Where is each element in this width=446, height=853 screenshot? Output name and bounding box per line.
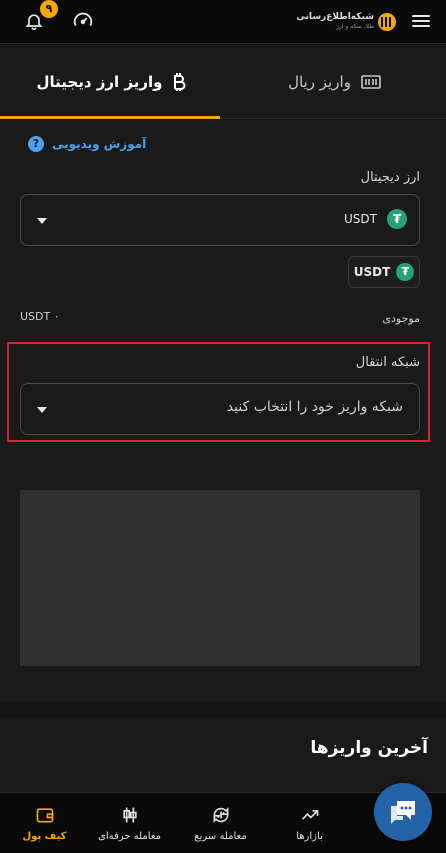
logo-title: شبکه‌اطلاع‌رسانی — [296, 12, 374, 22]
tether-icon: ₮ — [396, 263, 415, 281]
nav-markets-label: بازارها — [296, 831, 323, 842]
nav-wallet[interactable]: کیف پول — [0, 793, 89, 853]
notification-badge: ۹ — [40, 0, 58, 18]
top-bar: شبکه‌اطلاع‌رسانی طلا، سکه و ارز ۹ — [0, 0, 446, 44]
deposit-address-placeholder — [20, 490, 420, 666]
chat-button[interactable] — [374, 783, 432, 841]
network-select[interactable]: شبکه واریز خود را انتخاب کنید — [20, 383, 420, 435]
logo-subtitle: طلا، سکه و ارز — [336, 23, 374, 30]
chevron-down-icon — [37, 407, 47, 413]
selected-currency: USDT ₮ — [344, 209, 407, 229]
nav-wallet-label: کیف پول — [22, 831, 67, 842]
menu-icon[interactable] — [412, 12, 430, 28]
tab-rial-deposit[interactable]: واریز ریال — [223, 44, 446, 119]
trending-up-icon — [301, 810, 318, 820]
tab-rial-label: واریز ریال — [288, 72, 351, 91]
currency-chip-label: USDT — [353, 265, 391, 279]
speedometer-icon[interactable] — [72, 10, 94, 32]
selected-currency-code: USDT — [344, 212, 377, 226]
deposit-form: ? آموزش ویدیویی ارز دیجیتال USDT ₮ USDT … — [0, 120, 446, 702]
currency-label: ارز دیجیتال — [360, 170, 420, 185]
nav-pro-trade[interactable]: معامله حرفه‌ای — [85, 793, 174, 853]
banknote-icon — [361, 74, 381, 89]
currency-select[interactable]: USDT ₮ — [20, 194, 420, 246]
nav-markets[interactable]: بازارها — [265, 793, 354, 853]
recent-deposits-section: آخرین واریزها — [0, 718, 446, 798]
logo-mark-icon — [378, 13, 396, 31]
video-tutorial-link[interactable]: ? آموزش ویدیویی — [28, 136, 146, 152]
bitcoin-icon — [174, 72, 186, 91]
balance-value: USDT ۰ — [20, 310, 60, 323]
chat-icon — [391, 801, 415, 824]
logo-text: شبکه‌اطلاع‌رسانی طلا، سکه و ارز — [296, 12, 374, 32]
chevron-down-icon — [37, 218, 47, 224]
deposit-tabs: واریز ریال واریز ارز دیجیتال — [0, 44, 446, 119]
logo[interactable]: شبکه‌اطلاع‌رسانی طلا، سکه و ارز — [296, 8, 396, 36]
network-placeholder: شبکه واریز خود را انتخاب کنید — [226, 399, 403, 415]
nav-quick-trade[interactable]: معامله سریع — [176, 793, 265, 853]
recent-deposits-title: آخرین واریزها — [310, 738, 428, 758]
help-icon: ? — [28, 136, 44, 152]
balance-label: موجودی — [382, 312, 420, 325]
tether-icon: ₮ — [387, 209, 407, 229]
video-tutorial-label: آموزش ویدیویی — [52, 137, 147, 151]
nav-pro-trade-label: معامله حرفه‌ای — [98, 831, 161, 842]
currency-chip[interactable]: USDT ₮ — [348, 256, 420, 288]
tab-crypto-deposit[interactable]: واریز ارز دیجیتال — [0, 44, 223, 119]
exchange-icon — [213, 807, 228, 823]
active-tab-indicator — [0, 116, 220, 119]
wallet-icon — [36, 808, 53, 823]
candlestick-icon — [122, 807, 137, 823]
tab-crypto-label: واریز ارز دیجیتال — [36, 72, 163, 91]
nav-quick-trade-label: معامله سریع — [194, 831, 247, 842]
network-label: شبکه انتقال — [355, 355, 420, 370]
